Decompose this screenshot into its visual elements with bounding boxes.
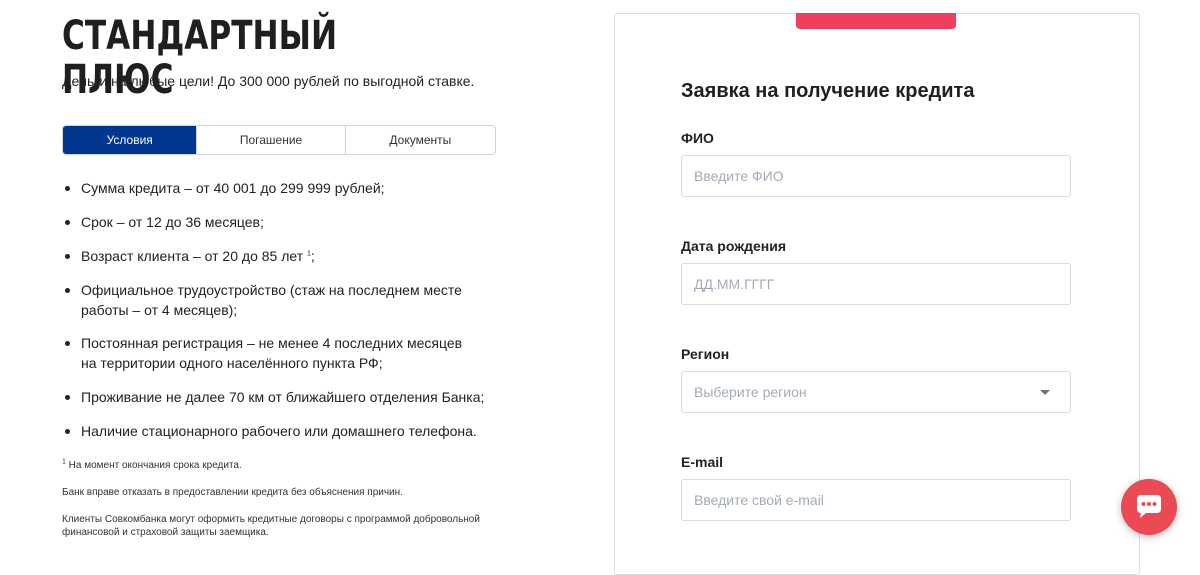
chat-button[interactable] bbox=[1121, 479, 1177, 535]
email-label: E-mail bbox=[681, 454, 724, 470]
footnote-1-text: На момент окончания срока кредита. bbox=[65, 460, 242, 471]
condition-employment: Официальное трудоустройство (стаж на пос… bbox=[62, 280, 481, 320]
tab-conditions[interactable]: Условия bbox=[63, 126, 197, 154]
email-input[interactable] bbox=[681, 479, 1071, 521]
form-accent-bar bbox=[796, 13, 956, 29]
condition-residence: Проживание не далее 70 км от ближайшего … bbox=[62, 387, 502, 407]
chevron-down-icon bbox=[1040, 389, 1050, 395]
condition-registration: Постоянная регистрация – не менее 4 посл… bbox=[62, 333, 481, 373]
region-select[interactable]: Выберите регион bbox=[681, 371, 1071, 413]
refusal-note: Банк вправе отказать в предоставлении кр… bbox=[62, 487, 403, 498]
form-title: Заявка на получение кредита bbox=[681, 80, 975, 102]
tab-documents[interactable]: Документы bbox=[344, 126, 495, 154]
chat-bubble-icon bbox=[1137, 495, 1161, 518]
condition-age: Возраст клиента – от 20 до 85 лет 1; bbox=[62, 246, 502, 266]
conditions-list: Сумма кредита – от 40 001 до 299 999 руб… bbox=[62, 178, 502, 441]
footnotes: 1 На момент окончания срока кредита. Бан… bbox=[62, 459, 502, 539]
page-subtitle: Деньги на любые цели! До 300 000 рублей … bbox=[62, 73, 475, 89]
footnote-1: 1 На момент окончания срока кредита. bbox=[62, 459, 502, 472]
region-select-placeholder: Выберите регион bbox=[694, 384, 807, 400]
condition-age-text: Возраст клиента – от 20 до 85 лет bbox=[81, 248, 307, 264]
fio-label: ФИО bbox=[681, 130, 714, 146]
tabs-bar: Условия Погашение Документы bbox=[62, 125, 496, 155]
condition-term: Срок – от 12 до 36 месяцев; bbox=[62, 212, 502, 232]
condition-amount: Сумма кредита – от 40 001 до 299 999 руб… bbox=[62, 178, 502, 198]
birthdate-input[interactable] bbox=[681, 263, 1071, 305]
condition-age-end: ; bbox=[310, 248, 315, 264]
region-label: Регион bbox=[681, 346, 730, 362]
condition-phone: Наличие стационарного рабочего или домаш… bbox=[62, 421, 502, 441]
birthdate-label: Дата рождения bbox=[681, 238, 787, 254]
fio-input[interactable] bbox=[681, 155, 1071, 197]
tab-repayment[interactable]: Погашение bbox=[196, 126, 344, 154]
insurance-note: Клиенты Совкомбанка могут оформить креди… bbox=[62, 514, 480, 538]
